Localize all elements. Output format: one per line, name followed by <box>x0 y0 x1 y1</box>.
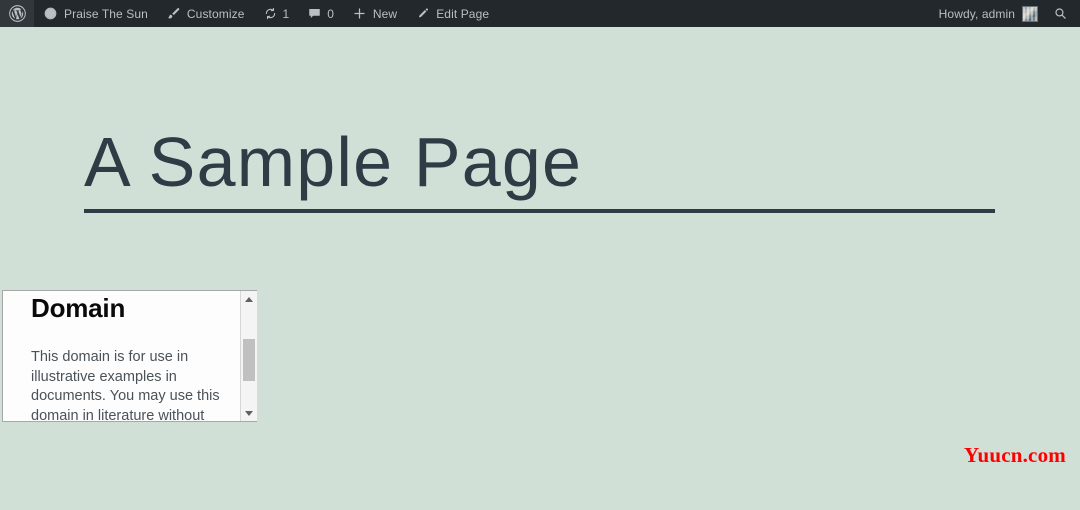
update-arrows-icon <box>263 6 278 21</box>
scroll-up-arrow-icon <box>245 296 253 302</box>
embedded-iframe-panel[interactable]: Domain This domain is for use in illustr… <box>2 290 257 422</box>
admin-bar-left-group: Praise The Sun Customize 1 0 New Edit Pa… <box>0 0 498 27</box>
embedded-document-body: This domain is for use in illustrative e… <box>31 349 220 421</box>
admin-bar-label-new-content: New <box>372 6 398 21</box>
wp-admin-bar: Praise The Sun Customize 1 0 New Edit Pa… <box>0 0 1080 27</box>
avatar <box>1022 5 1038 22</box>
search-icon <box>1053 6 1068 21</box>
admin-bar-right-group: Howdy, admin <box>930 0 1080 27</box>
scroll-up-button[interactable] <box>241 291 257 307</box>
embedded-document-heading: Domain <box>31 293 126 323</box>
vertical-scrollbar[interactable] <box>240 291 257 421</box>
title-divider-rule <box>84 209 995 213</box>
admin-bar-item-comments[interactable]: 0 <box>298 0 343 27</box>
admin-bar-label-edit-page: Edit Page <box>436 6 490 21</box>
embedded-document: Domain This domain is for use in illustr… <box>3 291 240 421</box>
scroll-down-button[interactable] <box>241 405 257 421</box>
scrollbar-track[interactable] <box>241 307 257 405</box>
admin-bar-label-site-name: Praise The Sun <box>64 6 148 21</box>
page-title: A Sample Page <box>84 122 583 201</box>
paintbrush-icon <box>166 6 181 21</box>
embedded-iframe-viewport: Domain This domain is for use in illustr… <box>3 291 240 421</box>
admin-bar-item-customize[interactable]: Customize <box>157 0 254 27</box>
scrollbar-thumb[interactable] <box>243 339 255 381</box>
admin-bar-label-howdy: Howdy, admin <box>938 6 1015 21</box>
comment-bubble-icon <box>307 6 322 21</box>
admin-bar-item-search[interactable] <box>1044 0 1080 27</box>
admin-bar-item-updates[interactable]: 1 <box>254 0 299 27</box>
plus-icon <box>352 6 367 21</box>
admin-bar-updates-count: 1 <box>282 6 290 21</box>
admin-bar-item-my-account[interactable]: Howdy, admin <box>930 0 1044 27</box>
dashboard-home-icon <box>43 6 58 21</box>
admin-bar-item-edit-page[interactable]: Edit Page <box>406 0 498 27</box>
admin-bar-item-site-name[interactable]: Praise The Sun <box>34 0 157 27</box>
watermark: Yuucn.com <box>964 443 1066 467</box>
admin-bar-label-customize: Customize <box>186 6 245 21</box>
wordpress-logo-menu[interactable] <box>0 0 34 27</box>
admin-bar-comments-count: 0 <box>327 6 334 21</box>
admin-bar-item-new-content[interactable]: New <box>343 0 406 27</box>
pencil-icon <box>415 6 430 21</box>
scroll-down-arrow-icon <box>245 410 253 416</box>
wordpress-logo-icon <box>9 5 26 22</box>
